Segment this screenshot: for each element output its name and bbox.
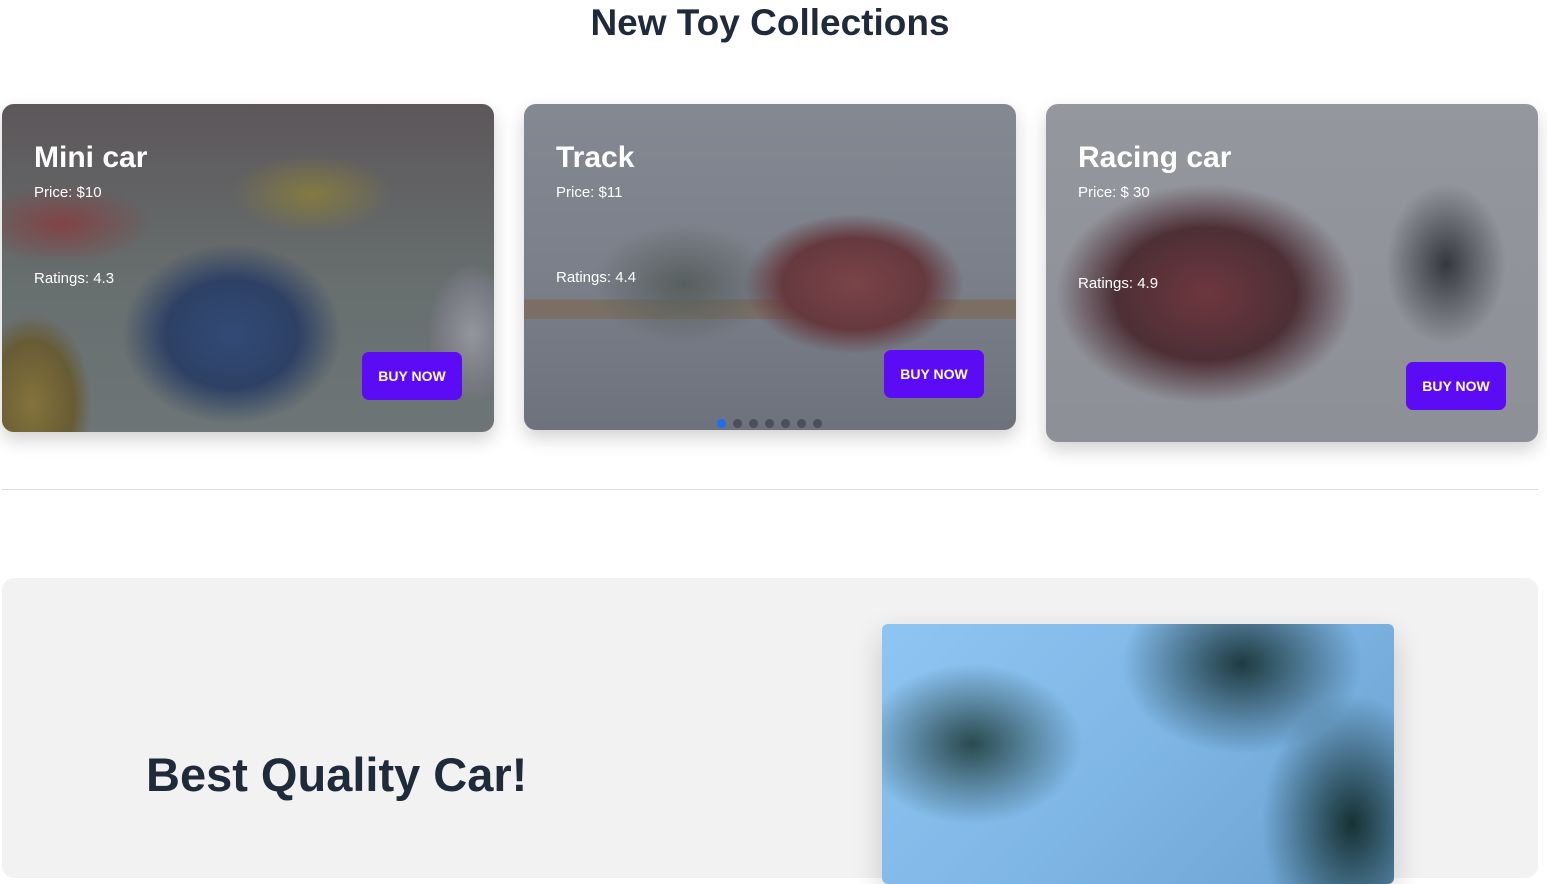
product-rating: Ratings: 4.3	[34, 270, 115, 287]
carousel-dot-7[interactable]	[813, 419, 822, 428]
carousel-dot-1[interactable]	[717, 419, 726, 428]
carousel-dot-4[interactable]	[765, 419, 774, 428]
product-title: Mini car	[34, 141, 148, 174]
product-card-track: Track Price: $11 Ratings: 4.4 BUY NOW	[524, 104, 1016, 430]
product-card-racing-car: Racing car Price: $ 30 Ratings: 4.9 BUY …	[1046, 104, 1538, 442]
promo-heading: Best Quality Car!	[146, 748, 528, 801]
carousel-dots	[717, 419, 822, 428]
promo-image	[882, 624, 1394, 884]
buy-now-button[interactable]: BUY NOW	[362, 352, 462, 400]
promo-banner: Best Quality Car!	[2, 578, 1538, 884]
section-title: New Toy Collections	[590, 2, 950, 43]
carousel-dot-2[interactable]	[733, 419, 742, 428]
carousel-dot-6[interactable]	[797, 419, 806, 428]
product-card-mini-car: Mini car Price: $10 Ratings: 4.3 BUY NOW	[2, 104, 494, 432]
product-title: Racing car	[1078, 141, 1232, 174]
product-price: Price: $11	[556, 184, 623, 201]
buy-now-button[interactable]: BUY NOW	[884, 350, 984, 398]
product-price: Price: $10	[34, 184, 102, 201]
product-rating: Ratings: 4.9	[1078, 275, 1159, 292]
carousel-dot-3[interactable]	[749, 419, 758, 428]
section-divider	[2, 489, 1538, 490]
product-price: Price: $ 30	[1078, 184, 1150, 201]
product-rating: Ratings: 4.4	[556, 269, 637, 286]
buy-now-button[interactable]: BUY NOW	[1406, 362, 1506, 410]
carousel-dot-5[interactable]	[781, 419, 790, 428]
product-title: Track	[556, 141, 635, 174]
